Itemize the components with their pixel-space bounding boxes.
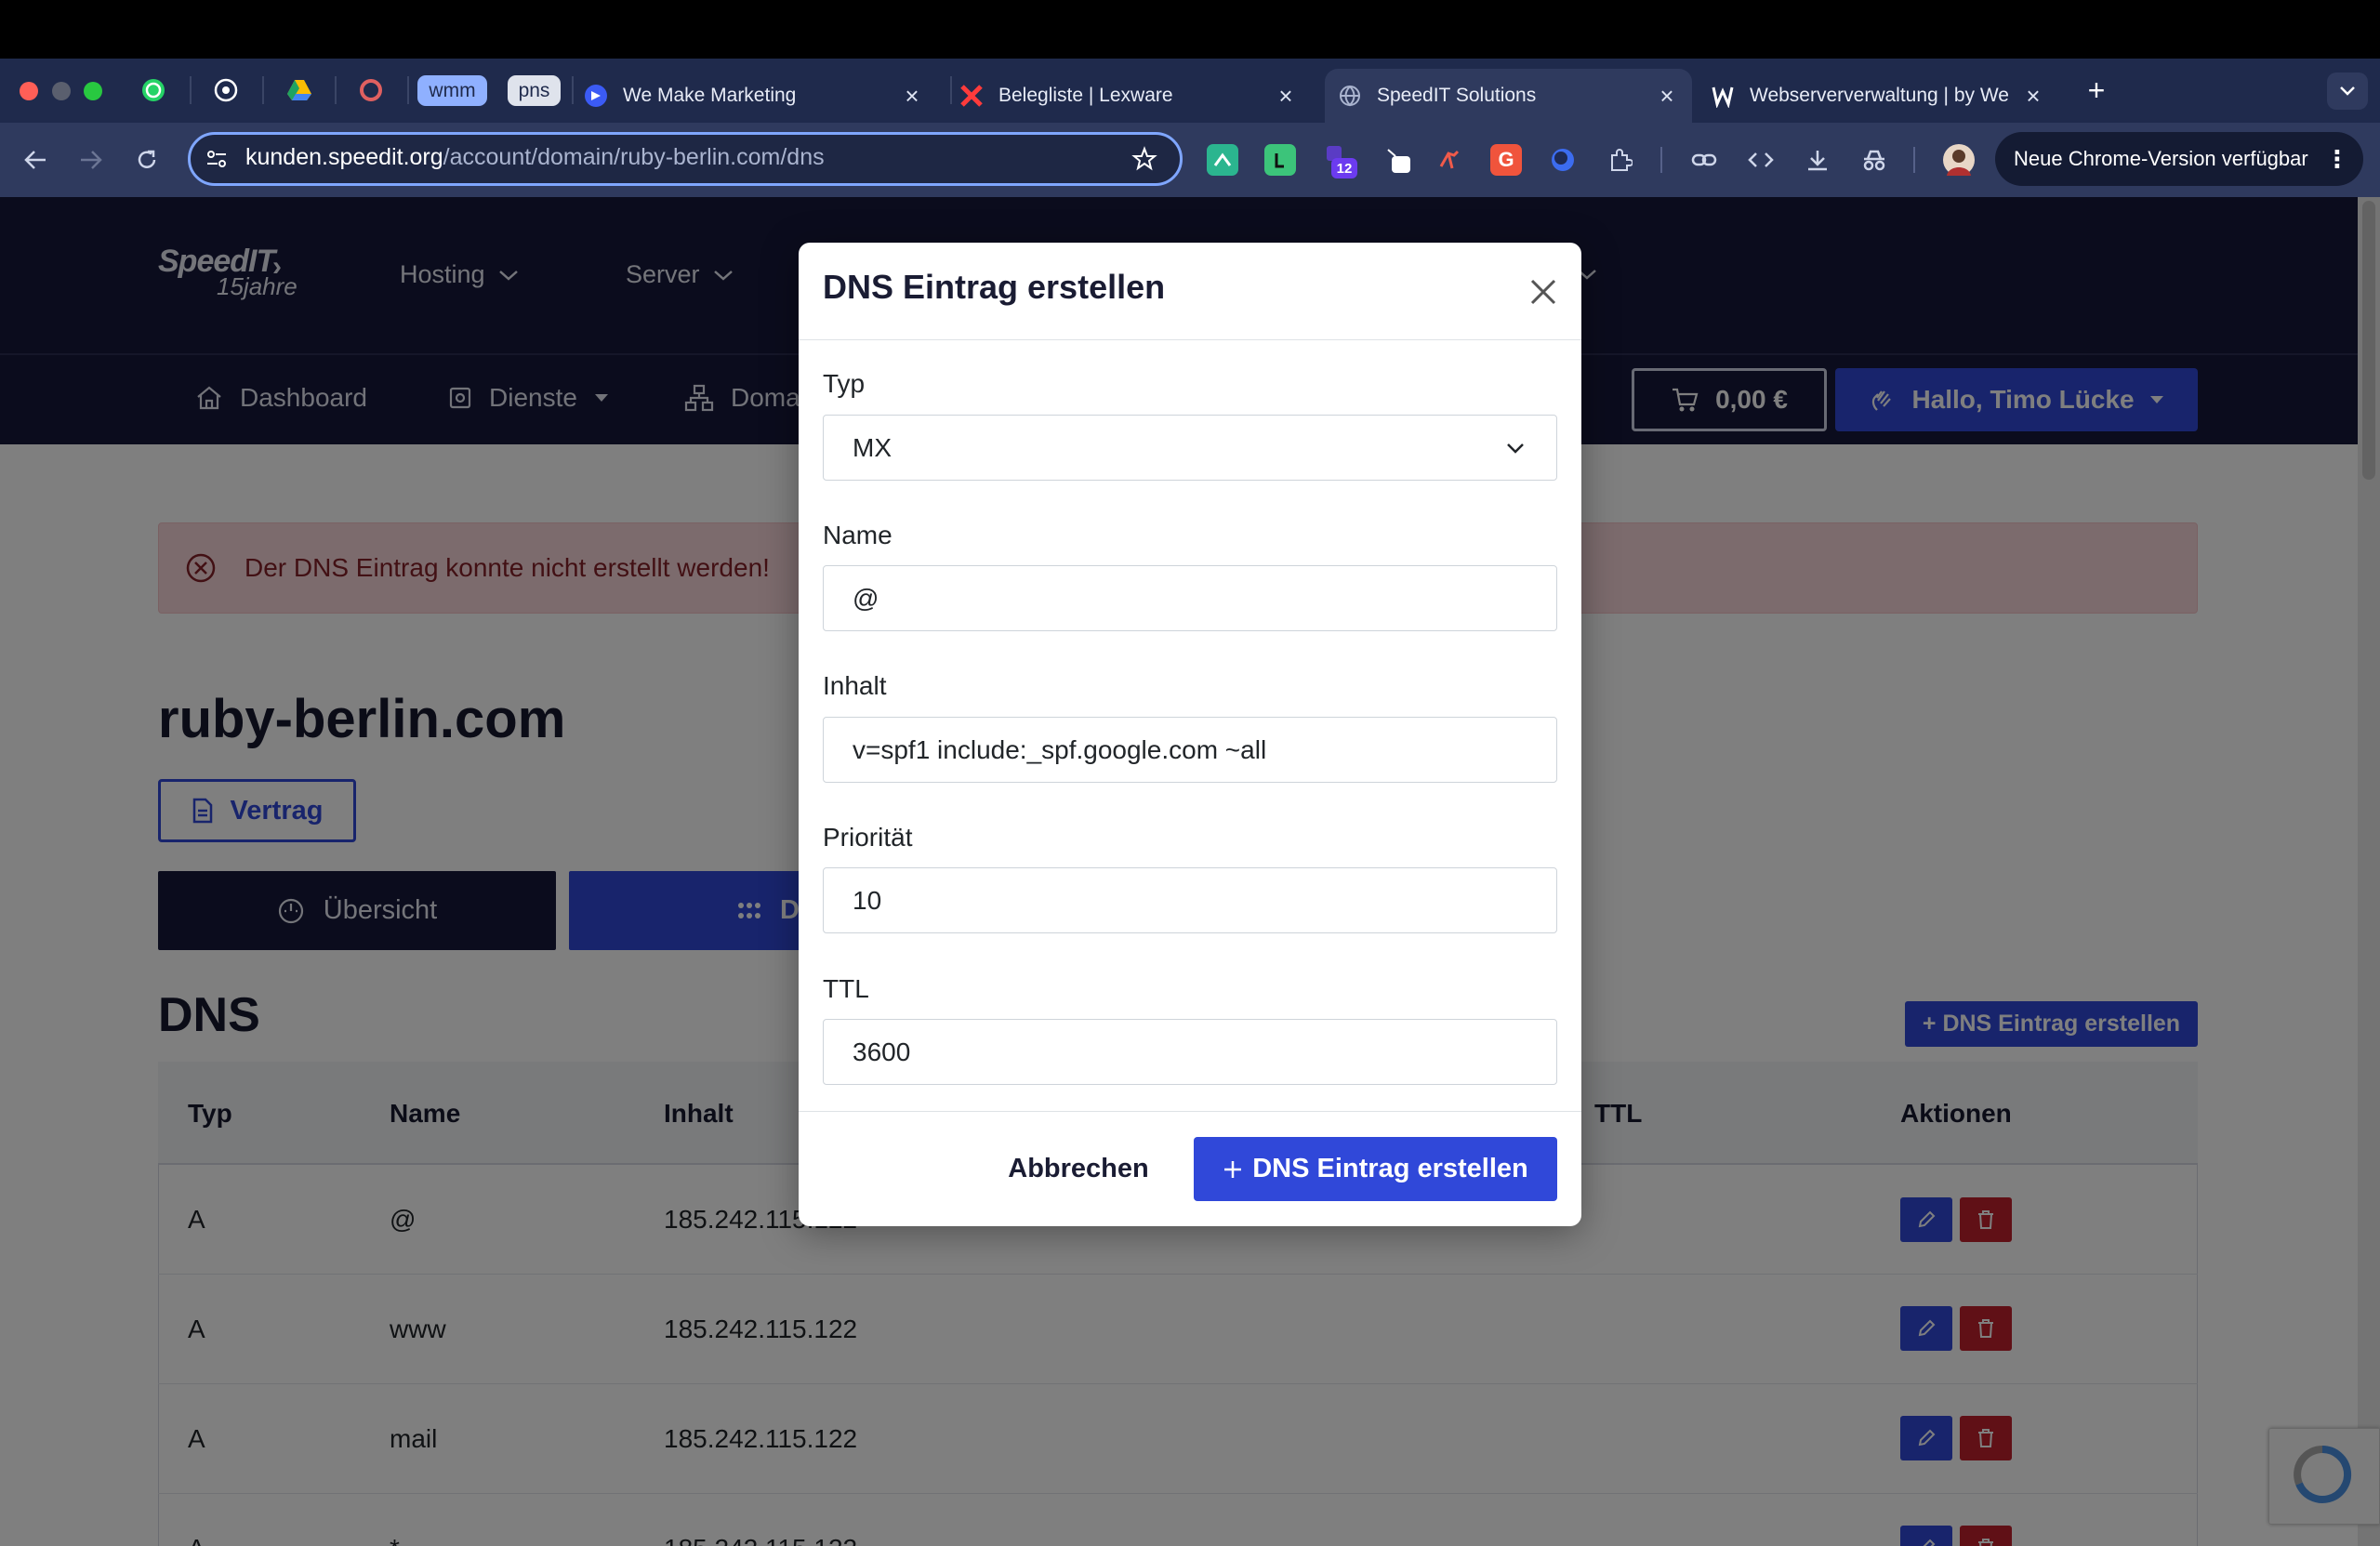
type-select[interactable]: MX <box>823 415 1557 481</box>
tab-separator <box>407 76 409 104</box>
chrome-update-label: Neue Chrome-Version verfügbar <box>2014 147 2308 170</box>
plus-icon <box>1224 1160 1242 1178</box>
field-label-prioritaet: Priorität <box>823 823 913 852</box>
lexware-favicon-icon <box>959 84 984 108</box>
field-label-name: Name <box>823 521 892 549</box>
url-path: /account/domain/ruby-berlin.com/dns <box>443 144 825 170</box>
profile-avatar[interactable] <box>1943 144 1975 176</box>
chevron-down-icon <box>1507 443 1524 454</box>
extension-red-figure-icon[interactable] <box>1434 144 1465 176</box>
tab-separator <box>262 76 264 104</box>
tab-separator <box>335 76 337 104</box>
bookmark-star-icon[interactable] <box>1129 143 1160 175</box>
tab-label: Webserververwaltung | by We <box>1750 85 2009 106</box>
tab-separator <box>190 76 192 104</box>
content-input[interactable]: v=spf1 include:_spf.google.com ~all <box>823 717 1557 783</box>
create-dns-record-label: DNS Eintrag erstellen <box>1252 1154 1528 1183</box>
toolbar-separator <box>1660 147 1662 173</box>
tab-label: Belegliste | Lexware <box>998 85 1173 106</box>
modal-header-divider <box>799 339 1581 340</box>
pinned-tab-circle-icon[interactable] <box>355 74 387 106</box>
modal-footer-divider <box>799 1111 1581 1112</box>
new-tab-plus-icon[interactable]: + <box>2081 73 2112 107</box>
modal-title: DNS Eintrag erstellen <box>823 268 1166 306</box>
extension-green-icon[interactable] <box>1207 144 1238 176</box>
os-menu-bar <box>0 0 2380 59</box>
window-minimize-button[interactable] <box>52 82 71 100</box>
field-label-ttl: TTL <box>823 974 869 1003</box>
tab-label: SpeedIT Solutions <box>1377 85 1537 106</box>
more-menu-icon[interactable]: ⋮ <box>2325 145 2349 174</box>
incognito-icon[interactable] <box>1858 144 1890 176</box>
link-icon[interactable] <box>1688 144 1720 176</box>
tab-separator <box>950 76 952 104</box>
tab-search-chevron-icon[interactable] <box>2327 73 2368 110</box>
tab-separator <box>572 76 574 104</box>
toolbar-separator <box>1913 147 1915 173</box>
download-icon[interactable] <box>1802 144 1833 176</box>
pinned-tab-drive-icon[interactable] <box>284 74 315 106</box>
extension-blue-circle-icon[interactable] <box>1547 144 1579 176</box>
extension-lime-icon[interactable] <box>1264 144 1296 176</box>
tab-close-icon[interactable]: × <box>1653 82 1681 110</box>
pinned-tab-whatsapp-icon[interactable] <box>138 74 169 106</box>
window-close-button[interactable] <box>20 82 38 100</box>
forward-arrow-icon[interactable] <box>73 141 110 178</box>
tab-group-chip-pns[interactable]: pns <box>508 75 561 106</box>
extension-badge-count: 12 <box>1331 158 1357 178</box>
back-arrow-icon[interactable] <box>17 141 54 178</box>
tab-close-icon[interactable]: × <box>1272 82 1300 110</box>
tab-group-chip-wmm[interactable]: wmm <box>417 75 487 106</box>
type-select-value: MX <box>853 432 892 462</box>
browser-tab-webserver[interactable]: Webserververwaltung | by We × <box>1707 69 2058 123</box>
tab-close-icon[interactable]: × <box>2019 82 2047 110</box>
pinned-tab-openai-icon[interactable] <box>210 74 242 106</box>
window-zoom-button[interactable] <box>84 82 102 100</box>
extension-grammarly-icon[interactable]: G <box>1490 144 1522 176</box>
create-dns-record-button[interactable]: DNS Eintrag erstellen <box>1194 1137 1557 1201</box>
close-icon[interactable] <box>1527 275 1560 309</box>
chrome-update-button[interactable]: Neue Chrome-Version verfügbar ⋮ <box>1995 132 2363 186</box>
wmm-favicon-icon <box>584 84 608 108</box>
field-label-inhalt: Inhalt <box>823 671 887 700</box>
browser-tab-speedit[interactable]: SpeedIT Solutions × <box>1325 69 1692 123</box>
globe-favicon-icon <box>1338 84 1362 108</box>
site-info-icon[interactable] <box>203 145 231 173</box>
url-text[interactable]: kunden.speedit.org/account/domain/ruby-b… <box>245 144 825 171</box>
extension-white-icon[interactable] <box>1383 144 1415 176</box>
tab-close-icon[interactable]: × <box>898 82 926 110</box>
tab-label: We Make Marketing <box>623 85 797 106</box>
url-domain: kunden.speedit.org <box>245 144 443 170</box>
field-label-typ: Typ <box>823 369 866 398</box>
ttl-input[interactable]: 3600 <box>823 1019 1557 1085</box>
webserver-favicon-icon <box>1711 84 1735 108</box>
extensions-puzzle-icon[interactable] <box>1605 144 1636 176</box>
browser-tab-lexware[interactable]: Belegliste | Lexware × <box>959 69 1311 123</box>
browser-tab-we-make-marketing[interactable]: We Make Marketing × <box>584 69 937 123</box>
code-brackets-icon[interactable] <box>1745 144 1777 176</box>
name-input[interactable]: @ <box>823 565 1557 631</box>
cancel-button[interactable]: Abbrechen <box>995 1137 1162 1201</box>
reload-icon[interactable] <box>128 141 165 178</box>
priority-input[interactable]: 10 <box>823 867 1557 933</box>
